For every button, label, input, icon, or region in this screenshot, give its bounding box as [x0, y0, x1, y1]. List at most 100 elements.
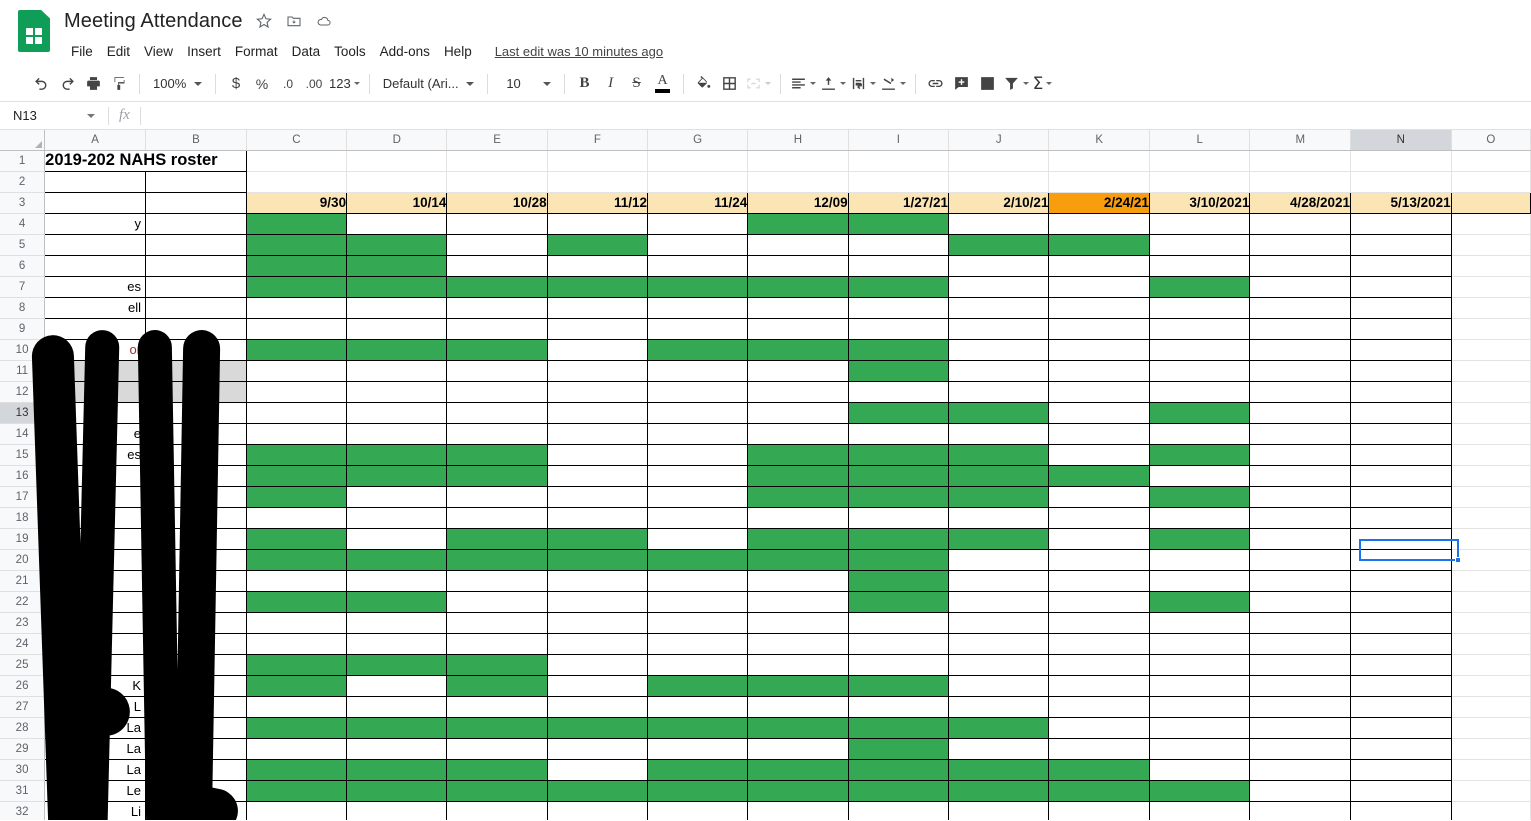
cell-A5[interactable]	[44, 234, 147, 256]
cell-L18[interactable]	[1149, 507, 1251, 529]
cell-L15[interactable]	[1149, 444, 1251, 466]
cell-G17[interactable]	[647, 486, 749, 508]
cell-M7[interactable]	[1249, 276, 1352, 298]
cell-L12[interactable]	[1149, 381, 1251, 403]
cell-J30[interactable]	[948, 759, 1050, 781]
cell-M1[interactable]	[1249, 150, 1352, 172]
cell-G13[interactable]	[647, 402, 749, 424]
cell-L5[interactable]	[1149, 234, 1251, 256]
cell-O17[interactable]	[1451, 486, 1531, 508]
cell-O30[interactable]	[1451, 759, 1531, 781]
cell-A23[interactable]	[44, 612, 147, 634]
cell-B31[interactable]	[145, 780, 247, 802]
cell-D7[interactable]	[346, 276, 448, 298]
cell-I3[interactable]: 1/27/21	[848, 192, 950, 214]
cell-B25[interactable]	[145, 654, 247, 676]
cell-O11[interactable]	[1451, 360, 1531, 382]
print-icon[interactable]	[80, 71, 106, 97]
cell-E30[interactable]	[446, 759, 548, 781]
cell-J24[interactable]	[948, 633, 1050, 655]
cell-N11[interactable]	[1350, 360, 1452, 382]
row-header-18[interactable]: 18	[0, 507, 46, 529]
cell-L22[interactable]	[1149, 591, 1251, 613]
cell-J9[interactable]	[948, 318, 1050, 340]
cell-O23[interactable]	[1451, 612, 1531, 634]
cell-K13[interactable]	[1048, 402, 1150, 424]
cell-M25[interactable]	[1249, 654, 1352, 676]
cell-N13[interactable]	[1350, 402, 1452, 424]
cell-J11[interactable]	[948, 360, 1050, 382]
column-header-f[interactable]: F	[547, 130, 649, 151]
filter-icon[interactable]	[1001, 71, 1031, 97]
cell-C6[interactable]	[246, 255, 348, 277]
cell-C1[interactable]	[246, 150, 348, 172]
comment-icon[interactable]	[949, 71, 975, 97]
row-header-5[interactable]: 5	[0, 234, 46, 256]
row-header-8[interactable]: 8	[0, 297, 46, 319]
cell-A8[interactable]: ell	[44, 297, 147, 319]
fill-handle[interactable]	[1455, 557, 1461, 563]
cell-O24[interactable]	[1451, 633, 1531, 655]
row-header-27[interactable]: 27	[0, 696, 46, 718]
cell-H6[interactable]	[747, 255, 849, 277]
cell-N14[interactable]	[1350, 423, 1452, 445]
cell-F20[interactable]	[547, 549, 649, 571]
text-rotation-icon[interactable]	[878, 71, 908, 97]
row-header-16[interactable]: 16	[0, 465, 46, 487]
cell-G3[interactable]: 11/24	[647, 192, 749, 214]
cell-E1[interactable]	[446, 150, 548, 172]
cell-G6[interactable]	[647, 255, 749, 277]
cell-B19[interactable]	[145, 528, 247, 550]
cell-J19[interactable]	[948, 528, 1050, 550]
cell-L16[interactable]	[1149, 465, 1251, 487]
cell-O28[interactable]	[1451, 717, 1531, 739]
row-header-13[interactable]: 13	[0, 402, 46, 424]
cell-D2[interactable]	[346, 171, 448, 193]
cell-N31[interactable]	[1350, 780, 1452, 802]
cell-H24[interactable]	[747, 633, 849, 655]
cell-M14[interactable]	[1249, 423, 1352, 445]
cell-I19[interactable]	[848, 528, 950, 550]
select-all-corner[interactable]	[0, 130, 46, 151]
cell-B14[interactable]	[145, 423, 247, 445]
cell-M23[interactable]	[1249, 612, 1352, 634]
cell-E27[interactable]	[446, 696, 548, 718]
cell-C32[interactable]	[246, 801, 348, 820]
cell-C13[interactable]	[246, 402, 348, 424]
cell-A14[interactable]: e	[44, 423, 147, 445]
cell-E24[interactable]	[446, 633, 548, 655]
cell-N28[interactable]	[1350, 717, 1452, 739]
cell-K1[interactable]	[1048, 150, 1150, 172]
text-wrap-icon[interactable]	[848, 71, 878, 97]
cell-M6[interactable]	[1249, 255, 1352, 277]
cell-H32[interactable]	[747, 801, 849, 820]
cell-K12[interactable]	[1048, 381, 1150, 403]
cell-B28[interactable]	[145, 717, 247, 739]
row-header-32[interactable]: 32	[0, 801, 46, 820]
row-header-22[interactable]: 22	[0, 591, 46, 613]
cell-M17[interactable]	[1249, 486, 1352, 508]
cell-L9[interactable]	[1149, 318, 1251, 340]
cell-F10[interactable]	[547, 339, 649, 361]
column-header-o[interactable]: O	[1451, 130, 1531, 151]
cell-A7[interactable]: es	[44, 276, 147, 298]
sigma-icon[interactable]: Σ	[1031, 71, 1055, 97]
cell-D20[interactable]	[346, 549, 448, 571]
cell-E29[interactable]	[446, 738, 548, 760]
cell-H20[interactable]	[747, 549, 849, 571]
cell-K22[interactable]	[1048, 591, 1150, 613]
cell-O10[interactable]	[1451, 339, 1531, 361]
cell-K20[interactable]	[1048, 549, 1150, 571]
cell-G22[interactable]	[647, 591, 749, 613]
cell-I5[interactable]	[848, 234, 950, 256]
cell-I29[interactable]	[848, 738, 950, 760]
cell-O29[interactable]	[1451, 738, 1531, 760]
cell-J32[interactable]	[948, 801, 1050, 820]
cell-A20[interactable]	[44, 549, 147, 571]
cell-M3[interactable]: 4/28/2021	[1249, 192, 1352, 214]
cell-M10[interactable]	[1249, 339, 1352, 361]
cell-C8[interactable]	[246, 297, 348, 319]
column-header-h[interactable]: H	[747, 130, 849, 151]
row-header-25[interactable]: 25	[0, 654, 46, 676]
cell-N16[interactable]	[1350, 465, 1452, 487]
